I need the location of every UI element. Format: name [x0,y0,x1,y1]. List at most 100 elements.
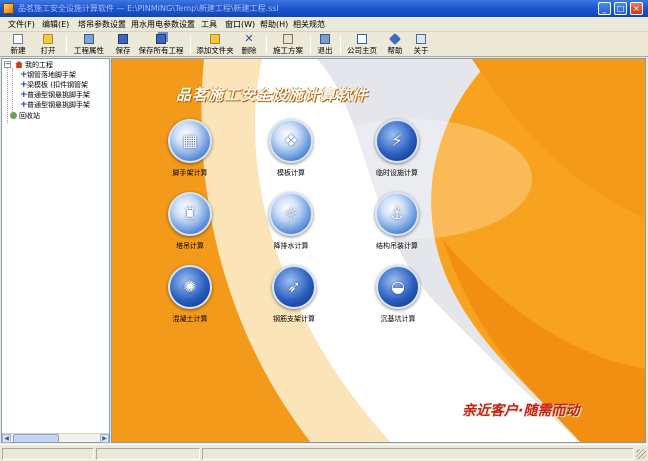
add-plus-icon: + [20,70,28,80]
orb: ◒ [376,265,420,309]
menu-window[interactable]: 窗口(W) [225,19,255,30]
tree-item-label: 钢管落地脚手架 [27,71,76,79]
about-icon [416,34,426,44]
calc-label: 结构吊装计算 [376,242,418,250]
scroll-left-arrow-icon[interactable]: ◀ [2,434,11,443]
temporary-facility-icon: ⚡ [391,131,403,150]
add-folder-icon [210,34,220,44]
slogan: 亲近客户·随需而动 [462,403,580,419]
orb: ⚡ [375,119,419,163]
open-label: 打开 [40,46,56,55]
new-button[interactable]: 新建 [6,34,30,55]
scrollbar-thumb[interactable] [13,434,59,443]
help-icon [388,32,402,46]
tree-root-label: 我的工程 [25,61,53,69]
tree-horizontal-scrollbar[interactable]: ◀ ▶ [2,433,109,443]
menu-water-power-params[interactable]: 用水用电参数设置 [131,19,195,30]
homepage-button[interactable]: 公司主页 [344,34,380,55]
tree-recycle-label: 回收站 [19,112,40,120]
add-plus-icon: + [20,80,28,90]
orb: ▦ [168,119,212,163]
calc-label: 脚手架计算 [172,169,208,177]
add-folder-button[interactable]: 添加文件夹 [194,34,236,55]
maximize-button[interactable]: □ [614,2,627,15]
exit-label: 退出 [317,46,333,55]
tree-item[interactable]: +普通型钢悬挑脚手架 [20,100,90,110]
tower-crane-calc-button[interactable]: ♜ 塔吊计算 [155,192,225,262]
tree-item-root[interactable]: 我的工程 [15,60,53,70]
toolbar: 新建 打开 工程属性 保存 保存所有工程 添加文件夹 ✕ 删除 施工方案 退出 … [0,32,648,57]
scroll-right-arrow-icon[interactable]: ▶ [100,434,109,443]
save-label: 保存 [115,46,131,55]
new-label: 新建 [10,46,26,55]
status-panel [96,448,200,460]
project-tree: − 我的工程 +钢管落地脚手架 +梁模板 (扣件钢管架 +普通型钢悬挑脚手架 +… [1,58,110,443]
project-properties-icon [84,34,94,44]
temporary-facility-calc-button[interactable]: ⚡ 临时设施计算 [362,119,432,189]
menu-bar: 文件(F) 编辑(E) 塔吊参数设置 用水用电参数设置 工具 窗口(W) 帮助(… [0,17,648,32]
home-icon [15,61,23,68]
rebar-support-calc-button[interactable]: ➶ 钢筋支架计算 [259,265,329,335]
toolbar-separator [310,36,311,54]
menu-regulations[interactable]: 相关规范 [293,19,325,30]
menu-tools[interactable]: 工具 [201,19,217,30]
toolbar-separator [66,36,67,54]
dewatering-calc-button[interactable]: ☼ 降排水计算 [256,192,326,262]
orb: ♜ [168,192,212,236]
save-icon [118,34,128,44]
tree-item[interactable]: +普通型钢悬挑脚手架 [20,90,90,100]
tree-connector [12,68,13,114]
save-all-label: 保存所有工程 [138,46,184,55]
menu-file[interactable]: 文件(F) [8,19,35,30]
tower-crane-icon: ♜ [182,204,198,223]
status-bar [0,444,648,461]
formwork-calc-button[interactable]: ❖ 模板计算 [256,119,326,189]
status-panel [2,448,94,460]
menu-edit[interactable]: 编辑(E) [42,19,69,30]
tree-item[interactable]: +梁模板 (扣件钢管架 [20,80,88,90]
concrete-icon: ✺ [183,277,197,296]
help-label: 帮助 [387,46,403,55]
help-button[interactable]: 帮助 [384,32,406,55]
new-file-icon [13,34,23,44]
delete-icon: ✕ [244,32,254,45]
scaffold-calc-button[interactable]: ▦ 脚手架计算 [155,119,225,189]
concrete-calc-button[interactable]: ✺ 混凝土计算 [155,265,225,335]
toolbar-separator [266,36,267,54]
scaffold-icon: ▦ [182,131,198,150]
calc-label: 混凝土计算 [172,315,208,323]
exit-icon [320,34,330,44]
banner-title: 品茗施工安全设施计算软件 [176,86,369,104]
resize-grip-icon[interactable] [636,449,646,459]
open-button[interactable]: 打开 [36,34,60,55]
tree-item-label: 普通型钢悬挑脚手架 [27,101,90,109]
toolbar-separator [190,36,191,54]
minimize-button[interactable]: _ [598,2,611,15]
menu-help[interactable]: 帮助(H) [260,19,288,30]
open-folder-icon [43,34,53,44]
calc-label: 模板计算 [277,169,305,177]
tree-connector [7,68,8,123]
tree-collapse-toggle[interactable]: − [4,61,11,68]
rebar-support-icon: ➶ [287,277,301,296]
calc-label: 塔吊计算 [176,242,204,250]
orb: ➶ [272,265,316,309]
project-properties-button[interactable]: 工程属性 [70,34,108,55]
about-button[interactable]: 关于 [410,34,432,55]
orb: ✺ [168,265,212,309]
foundation-pit-calc-button[interactable]: ◒ 沉基坑计算 [363,265,433,335]
structural-hoisting-icon: ⚓ [389,204,405,223]
exit-button[interactable]: 退出 [314,34,336,55]
structural-hoisting-calc-button[interactable]: ⚓ 结构吊装计算 [362,192,432,262]
foundation-pit-icon: ◒ [391,277,405,296]
close-button[interactable]: × [630,2,643,15]
delete-button[interactable]: ✕ 删除 [238,32,260,55]
menu-tower-crane-params[interactable]: 塔吊参数设置 [78,19,126,30]
save-button[interactable]: 保存 [112,34,134,55]
construction-plan-button[interactable]: 施工方案 [270,34,306,55]
add-folder-label: 添加文件夹 [196,46,234,55]
tree-item-recycle-bin[interactable]: 回收站 [10,111,40,121]
save-all-button[interactable]: 保存所有工程 [136,34,186,55]
tree-item[interactable]: +钢管落地脚手架 [20,70,76,80]
main-panel: 品茗施工安全设施计算软件 ▦ 脚手架计算 ❖ 模板计算 ⚡ 临时设施计算 ♜ 塔… [111,58,646,443]
